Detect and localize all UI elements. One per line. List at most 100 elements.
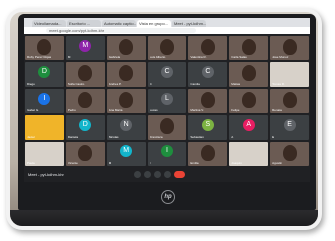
participant-name: Luis Alberto	[149, 55, 166, 60]
participant-avatar: N	[120, 118, 133, 131]
participant-video	[241, 65, 256, 82]
participant-name: Agustin	[272, 160, 283, 165]
participant-name: Francisca	[149, 134, 163, 139]
participant-tile[interactable]: Tomas R.	[270, 62, 309, 87]
participant-tile[interactable]: Felipe	[229, 88, 269, 114]
participant-video	[200, 38, 215, 55]
participant-tile[interactable]: Ruby Perez Rojas	[25, 36, 64, 61]
participant-tile[interactable]: Emilia	[188, 141, 228, 166]
participant-video	[241, 38, 256, 55]
participant-tile[interactable]: Ana Maria	[106, 88, 146, 114]
participant-video	[159, 118, 174, 135]
participant-tile[interactable]: Vicente	[65, 141, 105, 166]
participant-tile[interactable]: Javier	[25, 115, 64, 140]
participant-avatar: M	[79, 39, 92, 52]
participant-tile[interactable]: Francisca	[147, 115, 187, 140]
participant-video	[200, 91, 215, 108]
participant-name: Sofia Castro	[67, 81, 85, 86]
participant-tile[interactable]: Andres P.	[106, 62, 146, 87]
participant-tile[interactable]: Luis Alberto	[147, 36, 187, 61]
participant-tile[interactable]: Carla Salas	[229, 36, 269, 61]
participant-tile[interactable]: Agustin	[270, 141, 309, 166]
participant-tile[interactable]: D Diego	[25, 62, 64, 87]
participant-name: Jose Munoz	[272, 55, 289, 60]
participant-name: A	[231, 134, 234, 139]
meeting-title: Meet - pyt-kdhm-khr	[28, 172, 64, 177]
browser-tab[interactable]: Vista en grupo...	[137, 20, 171, 27]
participant-tile[interactable]: EE	[270, 115, 309, 140]
browser-tab[interactable]: Videollamada...	[32, 20, 66, 27]
participant-name: Martina V.	[190, 108, 204, 113]
meeting-controls-bar: Meet - pyt-kdhm-khr	[24, 168, 310, 182]
participant-tile[interactable]: Matias	[229, 62, 269, 87]
participant-name: Matias	[231, 81, 241, 86]
participant-tile[interactable]: D Daniela	[65, 115, 105, 140]
participant-name: E	[272, 134, 275, 139]
participant-name: Nicolas	[108, 134, 119, 139]
participant-tile[interactable]: Martina V.	[188, 88, 228, 114]
browser-tab[interactable]: Automatic captio...	[102, 20, 136, 27]
participant-video	[119, 65, 134, 82]
participant-name: Ruby Perez Rojas	[27, 55, 52, 60]
participant-tile[interactable]: Joaquin	[229, 141, 269, 166]
participant-tile[interactable]: AA	[229, 115, 269, 140]
participant-video	[78, 144, 93, 161]
microphone-button[interactable]	[134, 171, 141, 178]
participant-name: Felipe	[231, 108, 240, 113]
participant-tile[interactable]: Paula	[25, 141, 64, 166]
participant-video	[200, 144, 215, 161]
participant-video	[37, 38, 52, 55]
participant-name: Renata	[272, 108, 282, 113]
participant-tile[interactable]: Pedro	[65, 88, 105, 114]
participant-video	[78, 65, 93, 82]
url-field[interactable]: meet.google.com/pyt-kdhm-khr	[46, 28, 196, 33]
participant-tile[interactable]: MM	[106, 141, 146, 166]
captions-button[interactable]	[154, 171, 161, 178]
present-button[interactable]	[164, 171, 171, 178]
participant-tile[interactable]: L Lucas	[147, 88, 187, 114]
participant-name: Joaquin	[231, 160, 242, 165]
participant-tile[interactable]: Jose Munoz	[270, 36, 309, 61]
laptop: Videollamada... Escritorio ... Automatic c…	[18, 14, 316, 210]
participant-video	[282, 38, 297, 55]
browser-tab[interactable]: Escritorio ...	[67, 20, 101, 27]
participant-video	[282, 91, 297, 108]
participant-avatar: C	[201, 66, 214, 79]
participant-avatar: D	[38, 66, 51, 79]
participant-name: Valentina R.	[190, 55, 207, 60]
end-call-button[interactable]	[174, 171, 185, 178]
photo-scene: Videollamada... Escritorio ... Automatic c…	[10, 12, 318, 226]
participant-tile[interactable]: C Camila	[188, 62, 228, 87]
participant-avatar: M	[120, 145, 133, 158]
participant-name: Camila	[190, 81, 200, 86]
participant-tile[interactable]: I Isabel G.	[25, 88, 64, 114]
participant-name: Javier	[27, 134, 36, 139]
participant-avatar: I	[38, 92, 51, 105]
participant-tile[interactable]: CC	[147, 62, 187, 87]
participant-name: Diego	[27, 81, 35, 86]
participant-tile[interactable]: Renata	[270, 88, 309, 114]
participant-name: Emilia	[190, 160, 199, 165]
photo-frame: Videollamada... Escritorio ... Automatic c…	[6, 8, 322, 230]
participant-name: M	[67, 55, 71, 60]
participant-tile[interactable]: Valentina R.	[188, 36, 228, 61]
participant-video	[119, 38, 134, 55]
participant-tile[interactable]: N Nicolas	[106, 115, 146, 140]
camera-button[interactable]	[144, 171, 151, 178]
participant-tile[interactable]: S Sebastian	[188, 115, 228, 140]
participant-tile[interactable]: Sofia Castro	[65, 62, 105, 87]
participant-avatar: C	[160, 66, 173, 79]
participant-tile[interactable]: MM	[65, 36, 105, 61]
participant-avatar: A	[242, 118, 255, 131]
participant-avatar: D	[79, 118, 92, 131]
participant-avatar: S	[201, 118, 214, 131]
call-controls	[134, 171, 185, 178]
participant-name: Carla Salas	[231, 55, 247, 60]
participant-name: Pedro	[67, 108, 76, 113]
participant-tile[interactable]: II	[147, 141, 187, 166]
browser-tab[interactable]: Meet - pyt-kdhm...	[172, 20, 206, 27]
participant-avatar: E	[283, 118, 296, 131]
participant-name: Ana Maria	[108, 108, 123, 113]
participant-tile[interactable]: Gabriela	[106, 36, 146, 61]
participant-name: Vicente	[67, 160, 78, 165]
